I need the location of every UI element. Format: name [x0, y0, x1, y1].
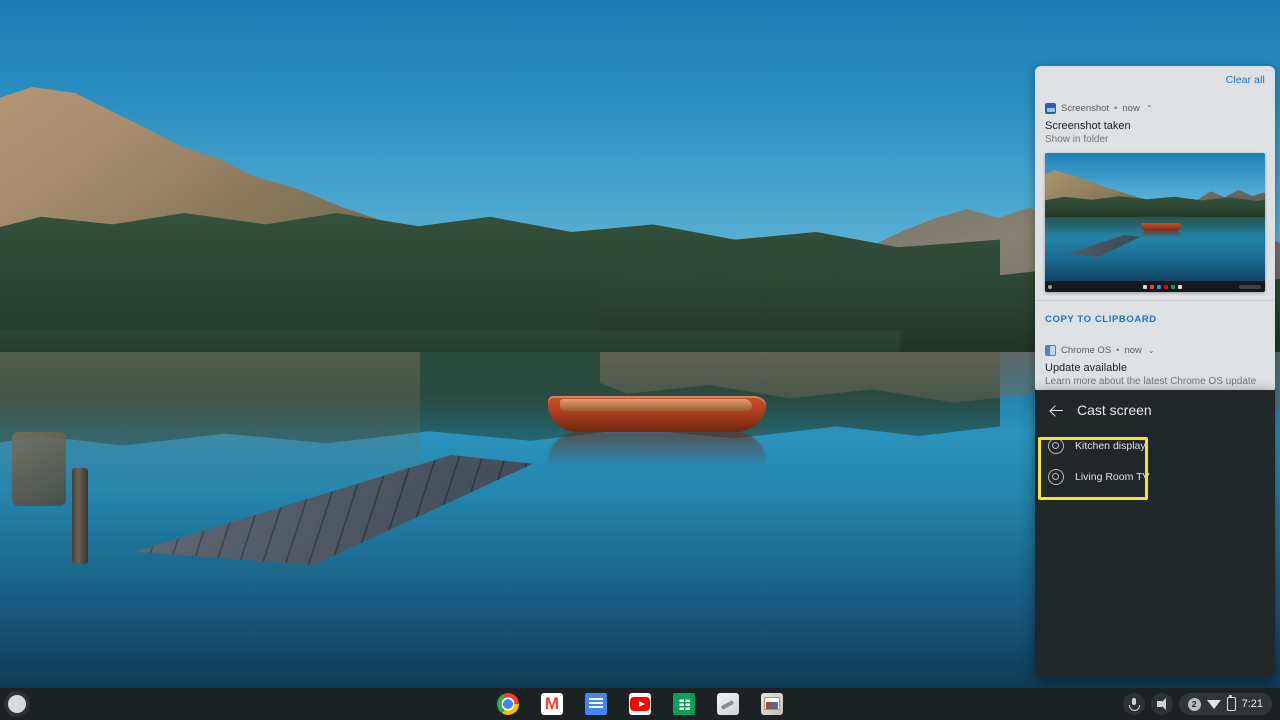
cast-device-icon	[1048, 468, 1064, 485]
cast-device-label: Living Room TV	[1075, 470, 1150, 483]
shelf-app-docs[interactable]	[585, 693, 607, 715]
thumbnail-launcher-icon	[1048, 284, 1052, 289]
notification-title: Screenshot taken	[1045, 120, 1131, 132]
shelf-app-photos[interactable]	[761, 693, 783, 715]
copy-to-clipboard-button[interactable]: COPY TO CLIPBOARD	[1045, 314, 1157, 325]
clear-all-button[interactable]: Clear all	[1226, 74, 1265, 86]
notification-body: Show in folder	[1045, 134, 1109, 145]
chevron-down-icon[interactable]: ⌄	[1148, 346, 1155, 355]
thumbnail-status-tray	[1239, 284, 1261, 289]
thumbnail-boat	[1141, 223, 1181, 231]
thumbnail-app-icon	[1164, 284, 1168, 289]
clock-label: 7:21	[1241, 698, 1263, 710]
notification-body: Learn more about the latest Chrome OS up…	[1045, 376, 1257, 387]
chevron-up-icon[interactable]: ⌃	[1146, 104, 1153, 113]
system-tray: 2 7:21	[1122, 688, 1280, 720]
shelf-app-gmail[interactable]	[541, 693, 563, 715]
cast-device-icon	[1048, 437, 1064, 454]
cast-panel-title: Cast screen	[1077, 402, 1152, 418]
thumbnail-app-icon	[1143, 284, 1147, 289]
battery-icon	[1226, 695, 1236, 711]
cast-screen-panel: Cast screen Kitchen display Living Room …	[1035, 390, 1275, 678]
shelf: 2 7:21	[0, 688, 1280, 720]
shelf-app-list	[0, 688, 1280, 720]
notification-app-name: Chrome OS	[1061, 344, 1112, 356]
microphone-icon[interactable]	[1122, 693, 1145, 715]
screenshot-thumbnail[interactable]	[1045, 153, 1265, 292]
notification-header: Chrome OS • now ⌄	[1045, 342, 1265, 358]
cast-device-living-room-tv[interactable]: Living Room TV	[1035, 461, 1275, 492]
clear-all-row: Clear all	[1035, 66, 1275, 94]
notification-action-row: COPY TO CLIPBOARD	[1035, 300, 1275, 336]
notification-separator: •	[1116, 344, 1120, 356]
notification-time: now	[1124, 344, 1142, 356]
thumbnail-app-icon	[1150, 284, 1154, 289]
status-area-button[interactable]: 2 7:21	[1178, 693, 1272, 715]
thumbnail-boat-reflection	[1141, 231, 1181, 238]
wallpaper-rock	[12, 432, 66, 506]
cast-panel-header: Cast screen	[1035, 390, 1275, 430]
chromeos-desktop: Clear all Screenshot • now ⌃ Screenshot …	[0, 0, 1280, 720]
thumbnail-app-icon	[1171, 284, 1175, 289]
wallpaper-boat-reflection	[548, 432, 766, 468]
thumbnail-shelf	[1045, 281, 1265, 292]
wifi-icon	[1206, 699, 1221, 709]
shelf-app-paint[interactable]	[717, 693, 739, 715]
notification-header: Screenshot • now ⌃	[1045, 100, 1265, 116]
cast-device-kitchen-display[interactable]: Kitchen display	[1035, 430, 1275, 461]
notification-panel: Clear all Screenshot • now ⌃ Screenshot …	[1035, 66, 1275, 396]
thumbnail-app-icon	[1157, 284, 1161, 289]
notification-time: now	[1122, 102, 1140, 114]
shelf-app-chrome[interactable]	[497, 693, 519, 715]
shelf-app-youtube[interactable]	[629, 693, 651, 715]
back-arrow-icon[interactable]	[1049, 402, 1065, 418]
notification-separator: •	[1114, 102, 1118, 114]
shelf-app-sheets[interactable]	[673, 693, 695, 715]
notification-app-name: Screenshot	[1061, 102, 1110, 114]
volume-icon[interactable]	[1150, 693, 1173, 715]
wallpaper-dock-post	[72, 468, 88, 564]
notification-screenshot[interactable]: Screenshot • now ⌃ Screenshot taken Show…	[1035, 94, 1275, 300]
wallpaper-rowboat-interior	[560, 399, 752, 411]
chromeos-update-icon	[1045, 344, 1056, 356]
notification-chromeos-update[interactable]: Chrome OS • now ⌄ Update available Learn…	[1035, 336, 1275, 396]
notification-title: Update available	[1045, 362, 1127, 374]
screenshot-image-icon	[1045, 102, 1056, 114]
thumbnail-app-icon	[1178, 284, 1182, 289]
notification-count-badge: 2	[1187, 697, 1201, 711]
cast-device-label: Kitchen display	[1075, 439, 1146, 452]
